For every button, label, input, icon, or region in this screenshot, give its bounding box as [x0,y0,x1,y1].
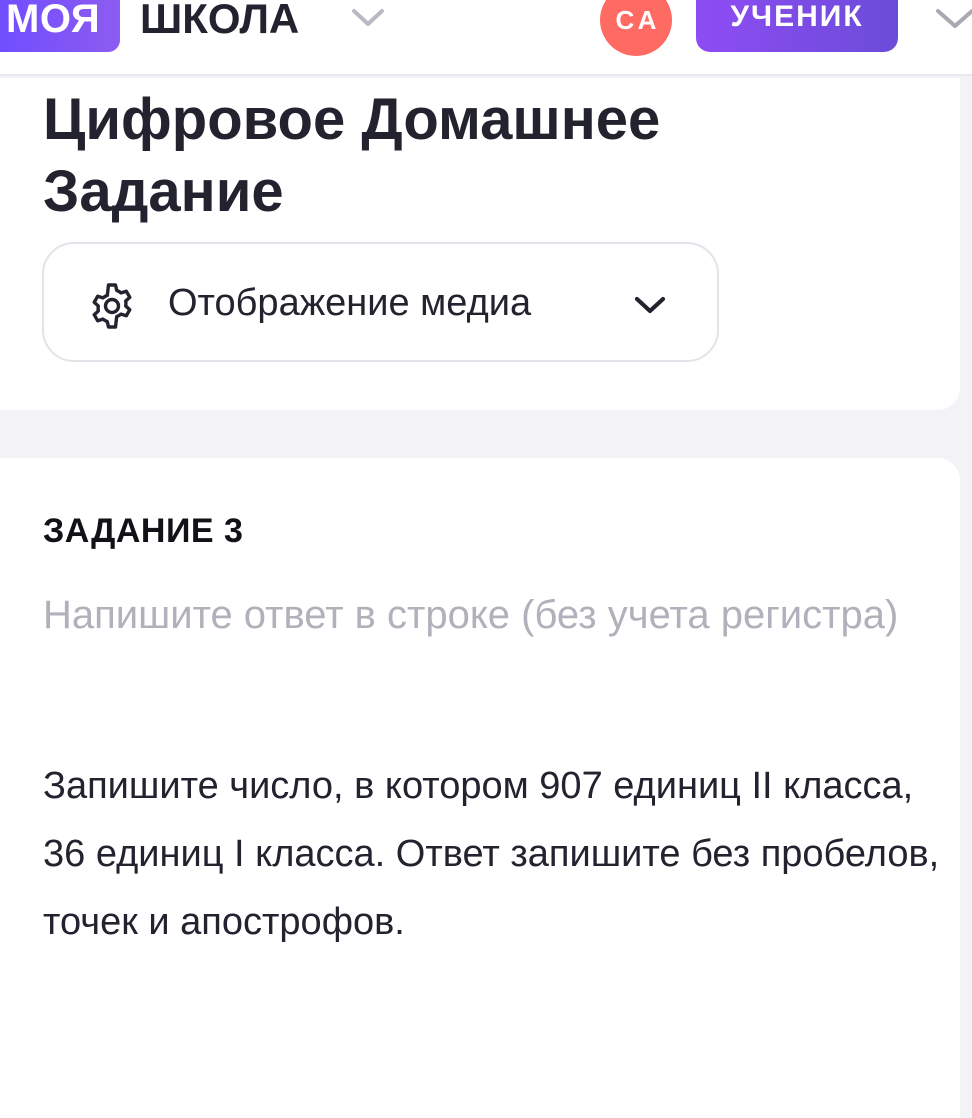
chevron-down-icon[interactable] [932,2,972,34]
logo-badge[interactable]: МОЯ [0,0,121,52]
task-question: Запишите число, в котором 907 единиц II … [43,765,940,943]
task-card: ЗАДАНИЕ 3 Напишите ответ в строке (без у… [0,458,960,1118]
task-hint: Напишите ответ в строке (без учета регис… [43,593,899,637]
chevron-down-icon[interactable] [348,2,388,32]
chevron-down-icon [634,296,666,314]
user-avatar[interactable]: СА [600,0,672,56]
gear-icon [92,283,132,329]
logo-word[interactable]: ШКОЛА [140,0,299,52]
role-badge[interactable]: УЧЕНИК [696,0,898,52]
media-display-select[interactable]: Отображение медиа [42,242,719,362]
task-number: ЗАДАНИЕ 3 [43,512,244,550]
top-header: МОЯ ШКОЛА СА УЧЕНИК [0,0,972,76]
homework-header-card: Цифровое Домашнее Задание Отображение ме… [0,78,960,410]
media-select-label: Отображение медиа [168,282,532,324]
page-title: Цифровое Домашнее Задание [43,87,661,224]
